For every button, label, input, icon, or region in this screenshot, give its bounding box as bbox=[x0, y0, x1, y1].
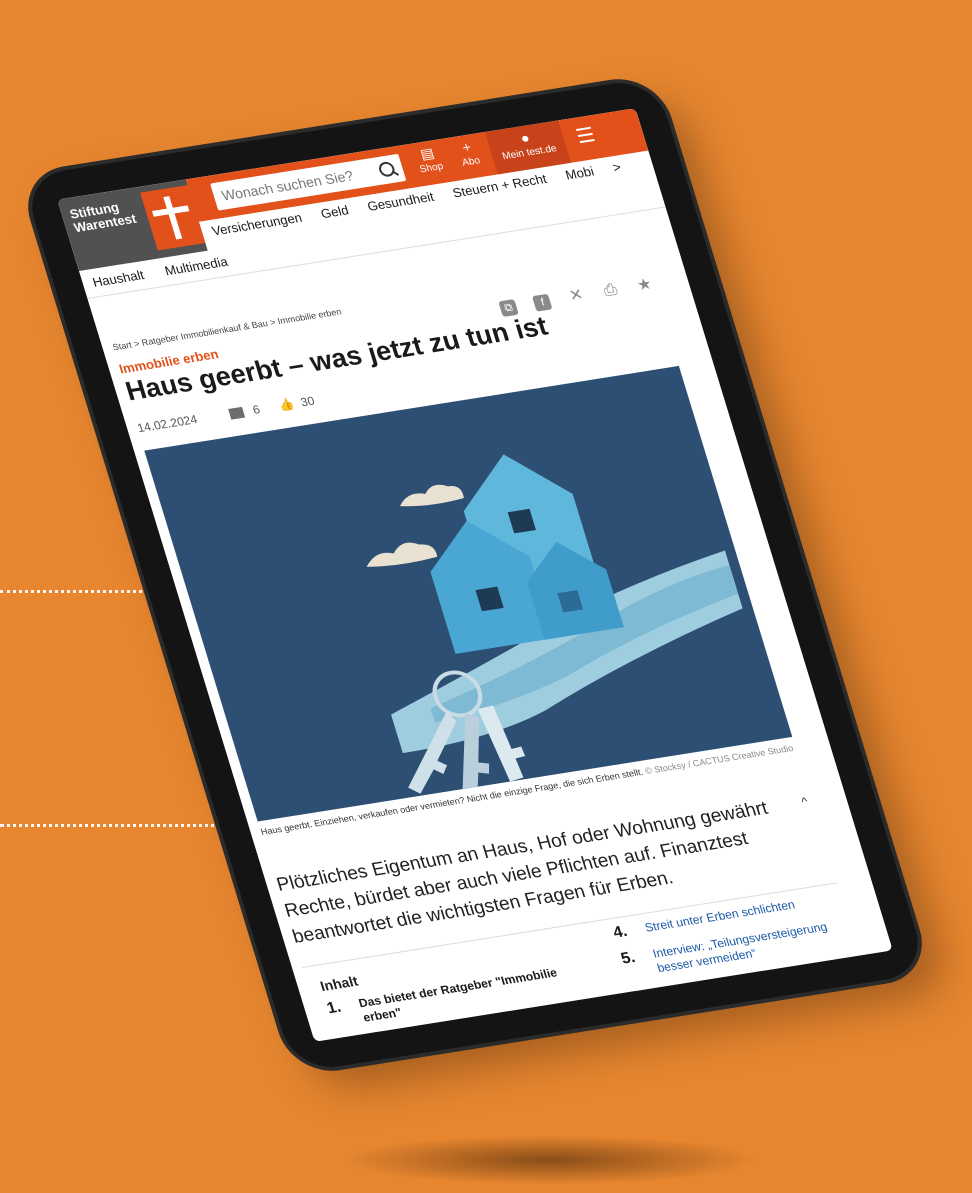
tablet-shadow bbox=[340, 1135, 760, 1185]
toc-item[interactable]: 1. Das bietet der Ratgeber "Immobilie er… bbox=[325, 961, 591, 1031]
star-icon[interactable]: ★ bbox=[634, 276, 655, 295]
toc-number: 2. bbox=[337, 1039, 355, 1042]
hero-illustration bbox=[366, 454, 743, 794]
toc-number: 5. bbox=[619, 949, 638, 968]
facebook-icon[interactable]: f bbox=[532, 293, 553, 312]
breadcrumb-start[interactable]: Start bbox=[111, 340, 133, 353]
tablet-screen: Stiftung Warentest Wonach suchen Sie? ▤ … bbox=[57, 108, 893, 1042]
thumbs-up-icon[interactable]: 👍 bbox=[277, 397, 296, 413]
breadcrumb-ratgeber[interactable]: Ratgeber Immobilienkauf & Bau bbox=[140, 318, 269, 348]
abo-label: Abo bbox=[460, 155, 482, 169]
toc-list-left: 1. Das bietet der Ratgeber "Immobilie er… bbox=[325, 961, 603, 1042]
breadcrumb-separator: > bbox=[268, 316, 277, 328]
plus-icon: + bbox=[460, 138, 474, 156]
nav-item-multimedia[interactable]: Multimedia bbox=[163, 254, 230, 278]
shop-icon: ▤ bbox=[418, 144, 436, 163]
like-count: 30 bbox=[298, 393, 317, 410]
x-icon[interactable]: ✕ bbox=[566, 287, 587, 305]
account-button[interactable]: ● Mein test.de bbox=[484, 120, 572, 175]
cloud-shape bbox=[366, 542, 438, 567]
decorative-dotted-line bbox=[0, 590, 148, 593]
breadcrumb-current: Immobilie erben bbox=[276, 306, 343, 327]
toc-title: Inhalt bbox=[318, 972, 360, 995]
article-date: 14.02.2024 bbox=[135, 412, 200, 436]
comment-count[interactable]: 6 bbox=[251, 402, 262, 417]
cloud-shape bbox=[399, 484, 464, 507]
nav-item-haushalt[interactable]: Haushalt bbox=[91, 267, 146, 289]
share-toolbar: ⧉ f ✕ ⎙ ★ bbox=[498, 273, 669, 318]
breadcrumb: Start > Ratgeber Immobilienkauf & Bau > … bbox=[111, 307, 342, 353]
toc-number: 4. bbox=[611, 923, 630, 942]
hero-image bbox=[144, 365, 793, 822]
logo-text: Stiftung Warentest bbox=[67, 199, 139, 236]
nav-item-mobilitaet[interactable]: Mobi bbox=[563, 164, 595, 183]
site-header: Stiftung Warentest Wonach suchen Sie? ▤ … bbox=[57, 108, 658, 272]
toc-label: Das bietet der Ratgeber "Immobilie erben… bbox=[356, 965, 559, 1025]
comment-icon[interactable] bbox=[228, 407, 246, 420]
decorative-dotted-line bbox=[0, 824, 228, 827]
shop-label: Shop bbox=[418, 161, 445, 176]
share-icon[interactable]: ⧉ bbox=[498, 299, 519, 318]
toc-list-right: 4. Streit unter Erben schlichten 5. Inte… bbox=[611, 888, 869, 992]
nav-more-arrow[interactable]: > bbox=[611, 159, 623, 175]
print-icon[interactable]: ⎙ bbox=[600, 281, 621, 300]
stiftung-warentest-logo[interactable]: Stiftung Warentest bbox=[57, 179, 208, 272]
breadcrumb-separator: > bbox=[132, 338, 141, 349]
search-icon[interactable] bbox=[377, 160, 397, 178]
toc-number: 1. bbox=[324, 998, 344, 1018]
tablet-device: Stiftung Warentest Wonach suchen Sie? ▤ … bbox=[21, 76, 929, 1074]
nav-item-geld[interactable]: Geld bbox=[319, 202, 351, 221]
